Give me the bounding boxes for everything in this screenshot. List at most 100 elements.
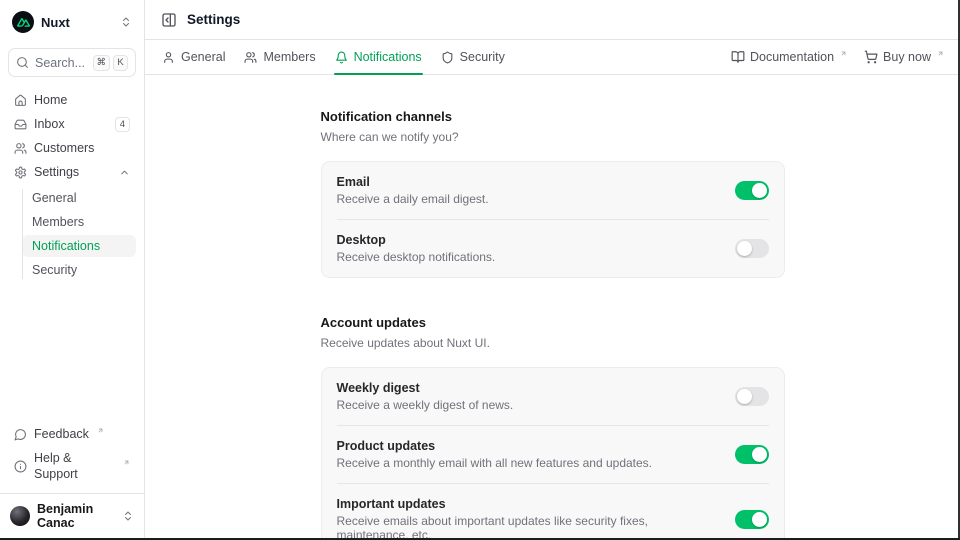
- sidebar-item-label: Settings: [34, 164, 79, 180]
- users-icon: [14, 142, 27, 155]
- user-menu[interactable]: Benjamin Canac: [0, 493, 144, 538]
- tab-general[interactable]: General: [161, 40, 226, 74]
- section-description: Where can we notify you?: [321, 130, 785, 144]
- kbd-meta: ⌘: [93, 55, 111, 71]
- setting-label: Weekly digest: [337, 381, 514, 395]
- weekly-digest-toggle[interactable]: [735, 387, 769, 406]
- user-icon: [162, 51, 175, 64]
- bell-icon: [335, 51, 348, 64]
- shield-icon: [441, 51, 454, 64]
- tab-security[interactable]: Security: [440, 40, 506, 74]
- setting-row-email: Email Receive a daily email digest.: [322, 162, 784, 219]
- tab-notifications[interactable]: Notifications: [334, 40, 423, 74]
- book-open-icon: [731, 50, 745, 64]
- chevrons-up-down-icon: [122, 510, 134, 522]
- search-input[interactable]: Search... ⌘ K: [8, 48, 136, 77]
- action-label: Buy now: [883, 50, 931, 64]
- avatar: [10, 506, 30, 526]
- gear-icon: [14, 166, 27, 179]
- sidebar-item-notifications[interactable]: Notifications: [22, 235, 136, 257]
- users-icon: [244, 51, 257, 64]
- sidebar-item-label: Feedback: [34, 426, 89, 442]
- sidebar-item-label: Members: [32, 214, 84, 230]
- setting-description: Receive desktop notifications.: [337, 250, 496, 264]
- sidebar-item-label: Help & Support: [34, 450, 115, 482]
- sidebar-item-home[interactable]: Home: [8, 89, 136, 111]
- external-link-icon: [123, 459, 130, 466]
- section-title: Account updates: [321, 315, 785, 330]
- tab-label: Members: [263, 50, 315, 64]
- tab-label: General: [181, 50, 225, 64]
- chevrons-up-down-icon: [120, 16, 132, 28]
- inbox-icon: [14, 118, 27, 131]
- sidebar-item-label: Inbox: [34, 116, 65, 132]
- desktop-toggle[interactable]: [735, 239, 769, 258]
- header-actions: Documentation Buy now: [731, 50, 944, 64]
- product-updates-toggle[interactable]: [735, 445, 769, 464]
- sidebar-item-inbox[interactable]: Inbox 4: [8, 113, 136, 135]
- section-account-updates: Account updates Receive updates about Nu…: [321, 315, 785, 538]
- setting-description: Receive a daily email digest.: [337, 192, 489, 206]
- home-icon: [14, 94, 27, 107]
- setting-row-product-updates: Product updates Receive a monthly email …: [322, 426, 784, 483]
- settings-card: Email Receive a daily email digest. Desk…: [321, 161, 785, 278]
- sidebar-item-label: Security: [32, 262, 77, 278]
- setting-row-important-updates: Important updates Receive emails about i…: [322, 484, 784, 538]
- setting-label: Product updates: [337, 439, 653, 453]
- main-panel: Settings General Members: [145, 0, 960, 538]
- sidebar-item-label: Home: [34, 92, 67, 108]
- sidebar-item-label: Customers: [34, 140, 94, 156]
- external-link-icon: [937, 50, 944, 57]
- section-description: Receive updates about Nuxt UI.: [321, 336, 785, 350]
- sidebar: Nuxt Search... ⌘ K Home: [0, 0, 145, 538]
- message-circle-icon: [14, 428, 27, 441]
- shopping-cart-icon: [864, 50, 878, 64]
- sidebar-item-help-support[interactable]: Help & Support: [8, 447, 136, 485]
- nuxt-logo-icon: [12, 11, 34, 33]
- setting-description: Receive a monthly email with all new fea…: [337, 456, 653, 470]
- setting-description: Receive a weekly digest of news.: [337, 398, 514, 412]
- search-placeholder: Search...: [35, 56, 85, 70]
- collapse-sidebar-icon[interactable]: [161, 12, 177, 28]
- toggle-knob: [752, 183, 767, 198]
- important-updates-toggle[interactable]: [735, 510, 769, 529]
- section-title: Notification channels: [321, 109, 785, 124]
- sidebar-footer: Feedback Help & Support: [8, 423, 136, 493]
- setting-label: Email: [337, 175, 489, 189]
- toggle-knob: [737, 241, 752, 256]
- sidebar-item-settings[interactable]: Settings: [8, 161, 136, 183]
- tabs-bar: General Members Notifications: [145, 40, 960, 75]
- kbd-k: K: [113, 55, 128, 71]
- page-header: Settings: [145, 0, 960, 40]
- sidebar-item-label: General: [32, 190, 76, 206]
- tab-label: Notifications: [354, 50, 422, 64]
- sidebar-item-customers[interactable]: Customers: [8, 137, 136, 159]
- email-toggle[interactable]: [735, 181, 769, 200]
- info-circle-icon: [14, 460, 27, 473]
- sidebar-item-label: Notifications: [32, 238, 100, 254]
- inbox-badge: 4: [115, 117, 130, 132]
- buy-now-link[interactable]: Buy now: [864, 50, 944, 64]
- page-title: Settings: [187, 12, 240, 27]
- toggle-knob: [752, 447, 767, 462]
- search-shortcut: ⌘ K: [93, 55, 129, 71]
- app-window: Nuxt Search... ⌘ K Home: [0, 0, 960, 538]
- setting-label: Important updates: [337, 497, 719, 511]
- workspace-switcher[interactable]: Nuxt: [8, 10, 136, 34]
- settings-subnav: General Members Notifications Security: [22, 187, 136, 281]
- external-link-icon: [840, 50, 847, 57]
- search-icon: [16, 56, 29, 69]
- toggle-knob: [737, 389, 752, 404]
- sidebar-item-members[interactable]: Members: [22, 211, 136, 233]
- sidebar-item-general[interactable]: General: [22, 187, 136, 209]
- sidebar-item-feedback[interactable]: Feedback: [8, 423, 136, 445]
- workspace-name: Nuxt: [41, 15, 70, 30]
- section-notification-channels: Notification channels Where can we notif…: [321, 109, 785, 278]
- documentation-link[interactable]: Documentation: [731, 50, 847, 64]
- tab-label: Security: [460, 50, 505, 64]
- settings-card: Weekly digest Receive a weekly digest of…: [321, 367, 785, 538]
- settings-content: Notification channels Where can we notif…: [145, 75, 960, 538]
- sidebar-item-security[interactable]: Security: [22, 259, 136, 281]
- action-label: Documentation: [750, 50, 834, 64]
- tab-members[interactable]: Members: [243, 40, 316, 74]
